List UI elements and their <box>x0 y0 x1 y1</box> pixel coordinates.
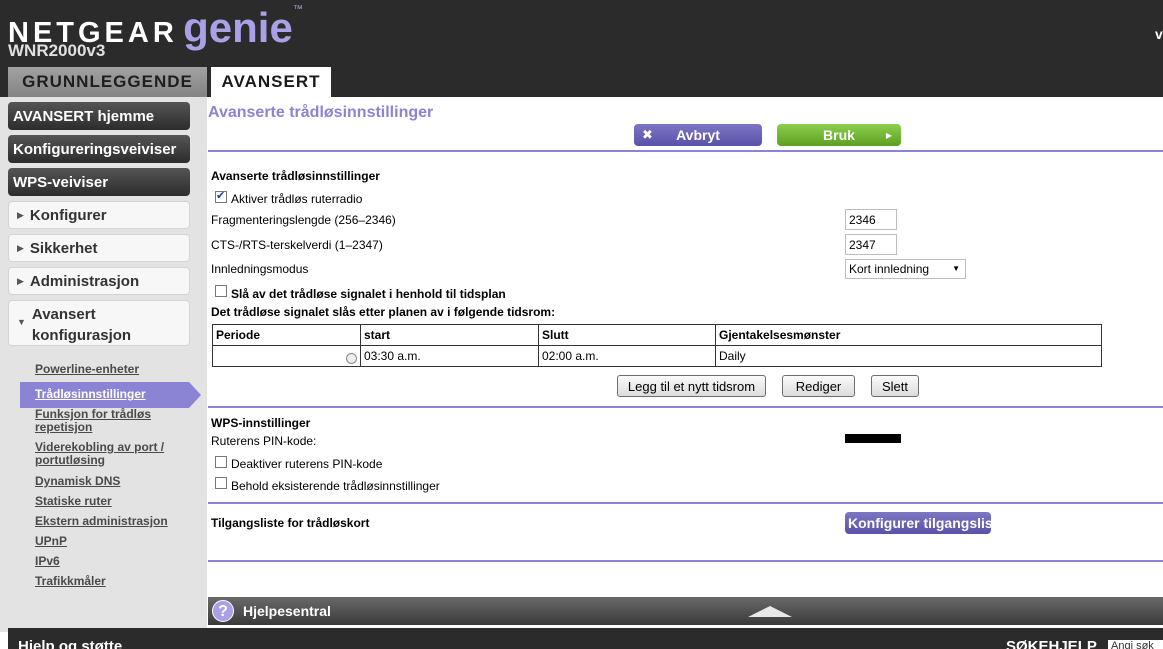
help-center-label: Hjelpesentral <box>243 603 331 619</box>
divider <box>208 150 1163 152</box>
section-heading-wireless: Avanserte trådløsinnstillinger <box>211 169 380 183</box>
column-header-period: Periode <box>212 324 361 346</box>
period-cell <box>212 345 361 367</box>
schedule-description: Det trådløse signalet slås etter planen … <box>211 305 556 319</box>
sidebar-advanced-setup-label: Avansert konfigurasjon <box>32 304 131 346</box>
keep-settings-checkbox[interactable] <box>215 477 227 489</box>
pin-label: Ruterens PIN-kode: <box>211 434 317 448</box>
submenu-ipv6[interactable]: IPv6 <box>35 555 60 568</box>
tab-basic[interactable]: GRUNNLEGGENDE <box>8 67 207 97</box>
column-header-repeat: Gjentakelsesmønster <box>715 324 1102 346</box>
page-title: Avanserte trådløsinnstillinger <box>208 104 434 121</box>
schedule-off-label: Slå av det trådløse signalet i henhold t… <box>231 287 506 301</box>
edit-button[interactable]: Rediger <box>782 375 855 397</box>
submenu-dynamic-dns[interactable]: Dynamisk DNS <box>35 475 120 488</box>
repeating-line2: repetisjon <box>35 420 93 434</box>
apply-label: Bruk <box>823 127 855 143</box>
schedule-off-checkbox[interactable] <box>215 285 227 297</box>
repeat-cell: Daily <box>715 345 1102 367</box>
sidebar-administration[interactable]: ▶ Administrasjon <box>8 267 190 295</box>
preamble-select[interactable]: Kort innledning ▼ <box>845 259 966 279</box>
cancel-label: Avbryt <box>676 127 720 143</box>
disable-pin-label: Deaktiver ruterens PIN-kode <box>231 457 383 471</box>
sidebar-advanced-home[interactable]: AVANSERT hjemme <box>8 102 190 130</box>
section-heading-wps: WPS-innstillinger <box>211 416 311 430</box>
divider <box>208 502 1163 504</box>
enable-radio-checkbox[interactable] <box>215 189 227 203</box>
column-header-start: start <box>360 324 539 346</box>
add-period-button[interactable]: Legg til et nytt tidsrom <box>617 375 766 397</box>
sidebar-administration-label: Administrasjon <box>29 272 140 290</box>
fragmentation-input[interactable]: 2346 <box>845 209 897 230</box>
sidebar-security[interactable]: ▶ Sikkerhet <box>8 234 190 262</box>
delete-button[interactable]: Slett <box>871 375 919 397</box>
forwarding-line1: Viderekobling av port / <box>35 440 165 454</box>
router-pin-redacted: 21428832 <box>845 434 901 443</box>
help-support-title: Hjelp og støtte <box>18 638 123 649</box>
submenu-wireless-settings[interactable]: Trådløsinnstillinger <box>35 388 146 401</box>
submenu-port-forwarding[interactable]: Viderekobling av port / portutløsing <box>35 441 164 467</box>
sidebar-setup-label: Konfigurer <box>29 206 107 224</box>
sidebar-setup[interactable]: ▶ Konfigurer <box>8 201 190 229</box>
table-header-row: Periode start Slutt Gjentakelsesmønster <box>212 324 1102 346</box>
submenu-powerline[interactable]: Powerline-enheter <box>35 363 139 376</box>
advanced-setup-line1: Avansert <box>31 306 96 323</box>
forwarding-line2: portutløsing <box>35 453 105 467</box>
triangle-down-icon: ▼ <box>17 317 26 327</box>
sidebar-security-label: Sikkerhet <box>29 239 98 257</box>
footer: Hjelp og støtte SØKEHJELP Angi søk <box>8 628 1163 649</box>
repeating-line1: Funksjon for trådløs <box>35 407 152 421</box>
advanced-setup-line2: konfigurasjon <box>31 327 132 344</box>
access-list-label: Tilgangsliste for trådløskort <box>211 516 370 530</box>
sidebar-wps-wizard[interactable]: WPS-veiviser <box>8 168 190 196</box>
keep-settings-label: Behold eksisterende trådløsinnstillinger <box>231 479 440 493</box>
close-icon: ✖ <box>642 127 653 142</box>
enable-radio-label: Aktiver trådløs ruterradio <box>231 192 363 206</box>
start-cell: 03:30 a.m. <box>360 345 539 367</box>
fragmentation-label: Fragmenteringslengde (256–2346) <box>211 213 396 227</box>
schedule-table: Periode start Slutt Gjentakelsesmønster … <box>212 324 1102 367</box>
trademark: ™ <box>292 4 303 15</box>
end-cell: 02:00 a.m. <box>538 345 716 367</box>
submenu-static-routes[interactable]: Statiske ruter <box>35 495 112 508</box>
chevron-down-icon: ▼ <box>952 264 960 273</box>
disable-pin-checkbox[interactable] <box>215 456 227 468</box>
triangle-right-icon: ▶ <box>885 130 892 140</box>
submenu-traffic-meter[interactable]: Trafikkmåler <box>35 575 106 588</box>
header: NETGEAR genie™ WNR2000v3 v GRUNNLEGGENDE… <box>0 0 1163 97</box>
period-radio[interactable] <box>346 353 357 364</box>
router-model: WNR2000v3 <box>8 41 106 60</box>
cancel-button[interactable]: ✖ Avbryt <box>634 124 762 146</box>
header-corner-text: v <box>1155 26 1163 42</box>
preamble-label: Innledningsmodus <box>211 262 309 276</box>
submenu-upnp[interactable]: UPnP <box>35 535 67 548</box>
divider <box>208 560 1163 562</box>
preamble-value: Kort innledning <box>849 262 930 276</box>
sidebar-advanced-setup[interactable]: ▼ Avansert konfigurasjon <box>8 300 190 346</box>
sidebar-setup-wizard[interactable]: Konfigureringsveiviser <box>8 135 190 163</box>
triangle-right-icon: ▶ <box>17 275 24 286</box>
search-help-label: SØKEHJELP <box>1006 638 1097 649</box>
setup-access-list-button[interactable]: Konfigurer tilgangsliste <box>845 512 991 534</box>
tab-advanced[interactable]: AVANSERT <box>211 67 331 97</box>
help-icon: ? <box>212 600 234 622</box>
column-header-end: Slutt <box>538 324 716 346</box>
table-row: 03:30 a.m. 02:00 a.m. Daily <box>212 345 1102 367</box>
search-input[interactable]: Angi søk <box>1108 640 1163 649</box>
triangle-right-icon: ▶ <box>17 242 24 253</box>
submenu-remote-management[interactable]: Ekstern administrasjon <box>35 515 168 528</box>
submenu-wireless-repeating[interactable]: Funksjon for trådløs repetisjon <box>35 408 151 434</box>
expand-up-icon[interactable] <box>748 606 792 617</box>
product-name: genie <box>183 4 293 51</box>
apply-button[interactable]: Bruk ▶ <box>777 124 901 146</box>
cts-rts-label: CTS-/RTS-terskelverdi (1–2347) <box>211 238 383 252</box>
triangle-right-icon: ▶ <box>17 209 24 220</box>
divider <box>208 406 1163 408</box>
help-center-bar[interactable]: ? Hjelpesentral <box>208 597 1163 625</box>
cts-rts-input[interactable]: 2347 <box>845 234 897 255</box>
